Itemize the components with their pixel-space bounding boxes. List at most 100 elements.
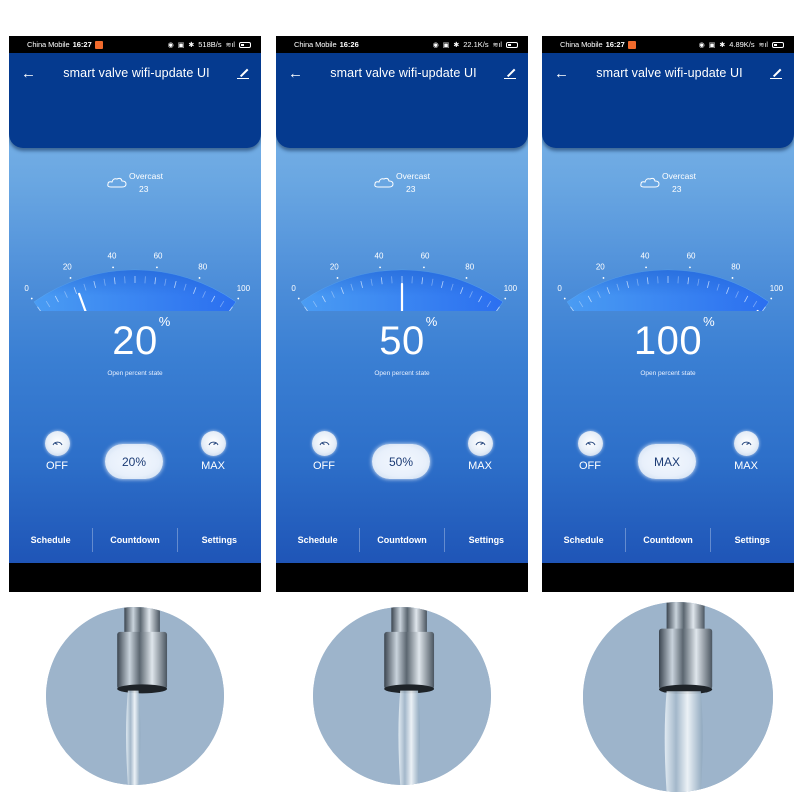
gauge-low-icon[interactable] [44,431,70,456]
bottom-tab-bar: Schedule Countdown Settings [276,523,528,557]
gauge-tick-dot [198,277,201,279]
off-button[interactable]: OFF [572,431,608,472]
bluetooth-icon: ✱ [453,41,460,49]
current-setting-pill[interactable]: 50% [372,444,430,479]
arrow-left-icon[interactable]: ← [554,66,569,81]
faucet-pipe [666,602,705,631]
tab-settings[interactable]: Settings [711,535,794,545]
gauge-tick-label: 0 [557,284,562,293]
gauge-low-icon[interactable] [311,431,337,456]
status-bar: China Mobile 16:26 ◉ ▣ ✱ 22.1K/s ≋ıl [276,36,528,53]
status-bar: China Mobile 16:27 ◉ ▣ ✱ 518B/s ≋ıl [9,36,261,53]
pencil-icon[interactable] [770,67,782,79]
gauge-low-icon[interactable] [577,431,603,456]
gauge-high-icon[interactable] [733,431,759,456]
arrow-left-icon[interactable]: ← [21,66,36,81]
max-label: MAX [201,460,225,472]
gauge-tick-dot [423,266,425,269]
weather-condition: Overcast [396,171,431,181]
clock: 16:26 [339,40,359,49]
page-title: smart valve wifi-update UI [63,66,210,80]
faucet-pipe [391,607,427,634]
gauge-tick-dot [297,297,300,300]
bluetooth-icon: ✱ [188,41,195,49]
gauge-tick-dot [112,266,114,269]
tab-schedule[interactable]: Schedule [542,535,625,545]
gauge-tick-dot [156,266,158,269]
faucet-outlet [117,684,168,694]
notification-icon [627,40,636,49]
valve-gauge[interactable]: 0 20 40 60 80 100 [542,201,794,311]
max-button[interactable]: MAX [462,431,498,472]
app-screen: ← smart valve wifi-update UI Overcast 23… [542,53,794,563]
off-label: OFF [579,460,601,472]
carrier-label: China Mobile [27,40,70,49]
gauge-tick-label: 0 [291,284,296,293]
value-display: 20% Open percent state [9,315,261,377]
max-button[interactable]: MAX [195,431,231,472]
pencil-icon[interactable] [237,67,249,79]
gauge-tick-label: 60 [154,251,163,260]
tab-schedule[interactable]: Schedule [9,535,92,545]
cloud-icon [107,177,127,188]
off-label: OFF [46,460,68,472]
gauge-tick-dot [465,277,468,279]
pencil-icon[interactable] [504,67,516,79]
open-percent-value: 50% [379,315,437,361]
carrier-label: China Mobile [560,40,603,49]
tab-countdown[interactable]: Countdown [360,535,443,545]
tab-schedule[interactable]: Schedule [276,535,359,545]
gauge-tick-dot [504,297,507,300]
gauge-tick-label: 40 [641,251,650,260]
valve-gauge[interactable]: 0 20 40 60 80 100 [276,201,528,311]
app-screen: ← smart valve wifi-update UI Overcast 23… [276,53,528,563]
open-percent-label: Open percent state [374,370,430,377]
weather-temperature: 23 [406,184,416,194]
current-setting-pill[interactable]: MAX [638,444,696,479]
phone-screen-50: China Mobile 16:26 ◉ ▣ ✱ 22.1K/s ≋ıl ← s… [276,36,528,592]
alarm-icon: ▣ [442,41,450,49]
gauge-tick-dot [689,266,691,269]
valve-gauge[interactable]: 0 20 40 60 80 100 [9,201,261,311]
gauge-high-icon[interactable] [200,431,226,456]
value-number: 20 [112,319,158,363]
system-nav-bar [9,563,261,592]
off-button[interactable]: OFF [306,431,342,472]
off-button[interactable]: OFF [39,431,75,472]
net-speed: 518B/s [198,40,222,49]
max-label: MAX [734,460,758,472]
tab-settings[interactable]: Settings [178,535,261,545]
faucet-aerator [384,631,435,689]
tab-countdown[interactable]: Countdown [93,535,176,545]
gauge-tick-label: 40 [108,251,117,260]
page-title: smart valve wifi-update UI [330,66,477,80]
eye-icon: ◉ [698,41,705,49]
cloud-icon [374,177,394,188]
gauge-tick-dot [30,297,33,300]
gauge-tick-dot [237,297,240,300]
open-percent-value: 20% [112,315,170,363]
app-bar: ← smart valve wifi-update UI [542,53,794,93]
gauge-tick-dot [69,277,72,279]
percent-unit: % [425,314,438,329]
arrow-left-icon[interactable]: ← [288,66,303,81]
water-stream [126,690,141,785]
current-setting-pill[interactable]: 20% [105,444,163,479]
eye-icon: ◉ [167,41,174,49]
max-button[interactable]: MAX [728,431,764,472]
carrier-label: China Mobile [294,40,337,49]
faucet-photo-high-flow [583,602,773,792]
tab-countdown[interactable]: Countdown [626,535,709,545]
faucet-pipe [124,607,160,634]
app-screen: ← smart valve wifi-update UI Overcast 23… [9,53,261,563]
gauge-high-icon[interactable] [467,431,493,456]
max-label: MAX [468,460,492,472]
tab-settings[interactable]: Settings [445,535,528,545]
gauge-tick-label: 100 [770,284,784,293]
valve-controls: OFF 50% MAX [276,431,528,491]
battery-icon [239,41,251,48]
open-percent-value: 100% [634,315,715,361]
percent-unit: % [158,314,171,329]
notification-icon [94,40,103,49]
gauge-tick-label: 80 [465,263,474,272]
